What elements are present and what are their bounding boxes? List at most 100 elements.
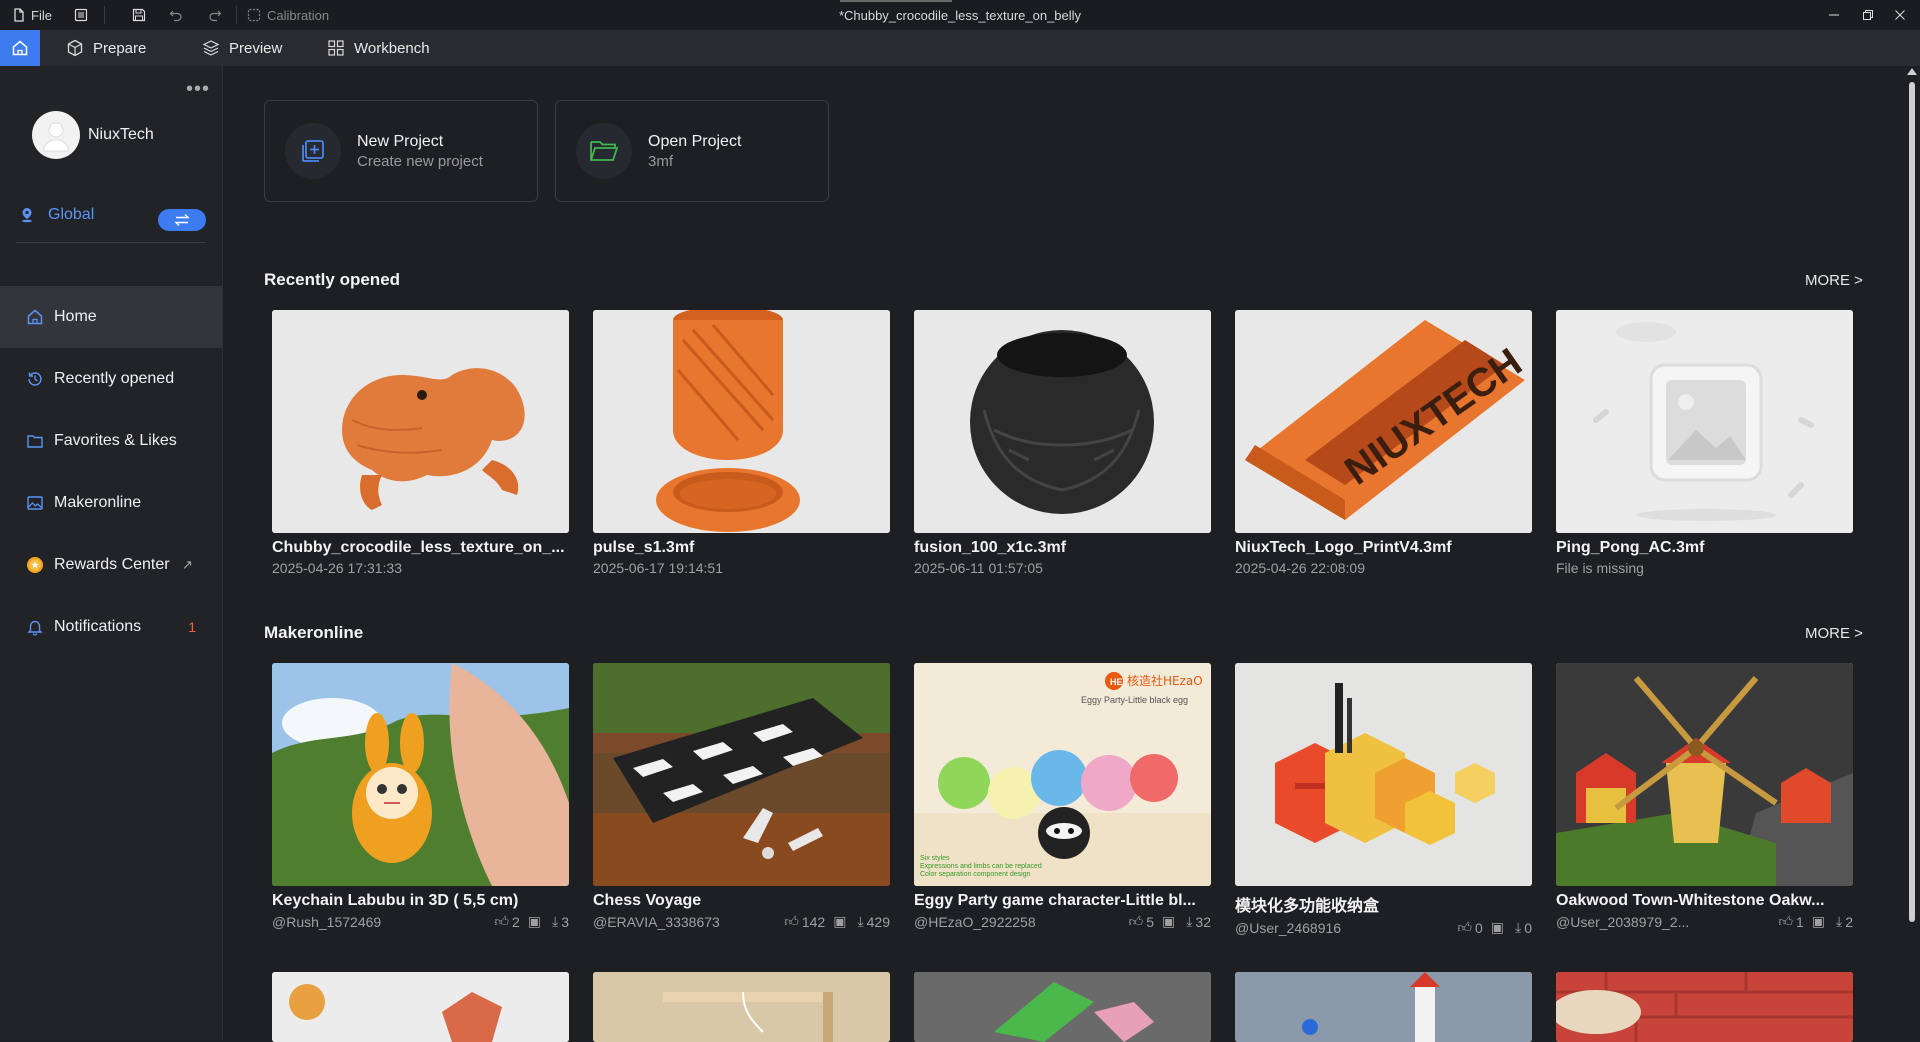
file-menu[interactable]: File xyxy=(12,0,52,30)
model-card[interactable] xyxy=(272,972,569,1042)
switch-region-button[interactable] xyxy=(158,209,206,231)
vertical-scrollbar[interactable] xyxy=(1903,66,1920,1040)
tab-prepare-label: Prepare xyxy=(93,39,147,57)
nav-home-tab[interactable] xyxy=(0,30,40,66)
model-name: Keychain Labubu in 3D ( 5,5 cm) xyxy=(272,892,519,909)
like-stat[interactable]: 👍︎ 2 xyxy=(494,913,519,930)
download-stat[interactable]: ⤓ 2 xyxy=(1836,913,1853,930)
file-name: NiuxTech_Logo_PrintV4.3mf xyxy=(1235,539,1452,556)
model-card[interactable] xyxy=(1556,972,1853,1042)
recent-file-card[interactable]: Ping_Pong_AC.3mf File is missing xyxy=(1556,310,1853,576)
model-card[interactable] xyxy=(914,972,1211,1042)
close-button[interactable] xyxy=(1884,0,1916,30)
download-icon: ⤓ xyxy=(857,913,864,929)
collect-icon: ▣ xyxy=(1811,913,1825,929)
model-card[interactable]: Chess Voyage @ERAVIA_3338673 👍︎ 142 ▣ ⤓ 42… xyxy=(593,663,890,930)
tab-workbench[interactable]: Workbench xyxy=(327,30,430,66)
image-icon xyxy=(27,496,43,510)
sidebar-item-home[interactable]: Home xyxy=(0,286,222,348)
thumbs-up-icon: 👍︎ xyxy=(1778,913,1793,929)
minimize-button[interactable] xyxy=(1818,0,1850,30)
open-project-subtitle: 3mf xyxy=(648,153,674,170)
sidebar-item-notifications[interactable]: Notifications 1 xyxy=(0,596,222,658)
tab-prepare[interactable]: Prepare xyxy=(66,30,146,66)
sidebar-item-makeronline[interactable]: Makeronline xyxy=(0,472,222,534)
model-thumbnail xyxy=(593,663,890,886)
layers-icon xyxy=(202,40,220,56)
cube-icon xyxy=(67,39,83,57)
recent-file-card[interactable]: pulse_s1.3mf 2025-06-17 19:14:51 xyxy=(593,310,890,576)
recent-file-card[interactable]: Chubby_crocodile_less_texture_on_... 202… xyxy=(272,310,569,576)
recently-opened-heading: Recently opened xyxy=(264,270,401,289)
like-count: 142 xyxy=(801,913,826,930)
like-stat[interactable]: 👍︎ 1 xyxy=(1778,913,1803,930)
model-card[interactable]: Oakwood Town-Whitestone Oakw... @User_20… xyxy=(1556,663,1853,930)
recent-file-card[interactable]: fusion_100_x1c.3mf 2025-06-11 01:57:05 xyxy=(914,310,1211,576)
model-card[interactable] xyxy=(593,972,890,1042)
tab-preview[interactable]: Preview xyxy=(202,30,282,66)
download-stat[interactable]: ⤓ 0 xyxy=(1515,919,1532,936)
file-icon xyxy=(12,8,26,22)
download-stat[interactable]: ⤓ 3 xyxy=(552,913,569,930)
recent-file-card[interactable]: NIUXTECH NiuxTech_Logo_PrintV4.3mf 2025-… xyxy=(1235,310,1532,576)
title-bar: File Calibration *Chubby_crocodile_less_… xyxy=(0,0,1920,30)
folder-icon xyxy=(27,435,43,448)
model-thumbnail xyxy=(1556,663,1853,886)
new-project-subtitle: Create new project xyxy=(357,153,483,170)
file-thumbnail xyxy=(272,310,569,533)
calibration-menu[interactable]: Calibration xyxy=(247,0,329,30)
collect-stat[interactable]: ▣ xyxy=(833,913,849,930)
bell-icon xyxy=(27,620,43,636)
like-stat[interactable]: 👍︎ 142 xyxy=(784,913,825,930)
open-project-card[interactable]: Open Project 3mf xyxy=(555,100,829,202)
file-name: fusion_100_x1c.3mf xyxy=(914,539,1067,556)
redo-button[interactable] xyxy=(208,0,222,30)
model-card[interactable]: HE 核造社HEzaO Eggy Party-Little black egg … xyxy=(914,663,1211,930)
collect-stat[interactable]: ▣ xyxy=(1812,913,1828,930)
makeronline-more-link[interactable]: MORE > xyxy=(1805,625,1863,642)
eggy-banner-brand: 核造社HEzaO xyxy=(1127,673,1203,688)
model-author: @Rush_1572469 xyxy=(272,913,382,930)
avatar[interactable] xyxy=(32,111,80,159)
minimize-icon xyxy=(1829,14,1839,16)
model-thumbnail xyxy=(272,663,569,886)
scroll-up-icon[interactable] xyxy=(1907,68,1917,75)
collect-stat[interactable]: ▣ xyxy=(1162,913,1178,930)
model-stats: 👍︎ 2 ▣ ⤓ 3 xyxy=(494,913,569,930)
file-date-text: 2025-06-17 19:14:51 xyxy=(593,560,723,576)
model-card[interactable]: Keychain Labubu in 3D ( 5,5 cm) @Rush_15… xyxy=(272,663,569,930)
like-stat[interactable]: 👍︎ 5 xyxy=(1129,913,1154,930)
sidebar-item-recently-opened[interactable]: Recently opened xyxy=(0,348,222,410)
model-author: @User_2038979_2... xyxy=(1556,913,1690,930)
new-project-card[interactable]: New Project Create new project xyxy=(264,100,538,202)
sidebar-item-favorites[interactable]: Favorites & Likes xyxy=(0,410,222,472)
sidebar-item-rewards[interactable]: Rewards Center ↗ xyxy=(0,534,222,596)
region-selector[interactable]: Global xyxy=(20,206,94,224)
model-author: @HEzaO_2922258 xyxy=(914,913,1036,930)
recent-more-link[interactable]: MORE > xyxy=(1805,272,1863,289)
menu-button[interactable] xyxy=(74,0,88,30)
download-icon: ⤓ xyxy=(1515,919,1522,935)
more-options-icon[interactable]: ••• xyxy=(186,78,210,101)
location-icon xyxy=(22,208,32,223)
download-stat[interactable]: ⤓ 32 xyxy=(1186,913,1211,930)
sidebar-item-label: Makeronline xyxy=(54,494,142,511)
model-thumbnail xyxy=(1235,663,1532,886)
restore-button[interactable] xyxy=(1852,0,1884,30)
download-stat[interactable]: ⤓ 429 xyxy=(857,913,890,930)
model-author: @User_2468916 xyxy=(1235,919,1342,936)
history-icon xyxy=(28,372,42,386)
sidebar-item-label: Rewards Center xyxy=(54,556,170,573)
collect-stat[interactable]: ▣ xyxy=(1491,919,1507,936)
like-stat[interactable]: 👍︎ 0 xyxy=(1457,919,1482,936)
model-thumbnail xyxy=(914,972,1211,1042)
add-project-icon xyxy=(285,123,341,179)
undo-button[interactable] xyxy=(169,0,183,30)
save-button[interactable] xyxy=(132,0,146,30)
open-project-title: Open Project xyxy=(648,133,742,150)
tab-workbench-label: Workbench xyxy=(354,39,430,57)
model-card[interactable]: 模块化多功能收纳盒 @User_2468916 👍︎ 0 ▣ ⤓ 0 xyxy=(1235,663,1532,936)
model-card[interactable] xyxy=(1235,972,1532,1042)
collect-stat[interactable]: ▣ xyxy=(528,913,544,930)
scrollbar-thumb[interactable] xyxy=(1909,82,1915,922)
